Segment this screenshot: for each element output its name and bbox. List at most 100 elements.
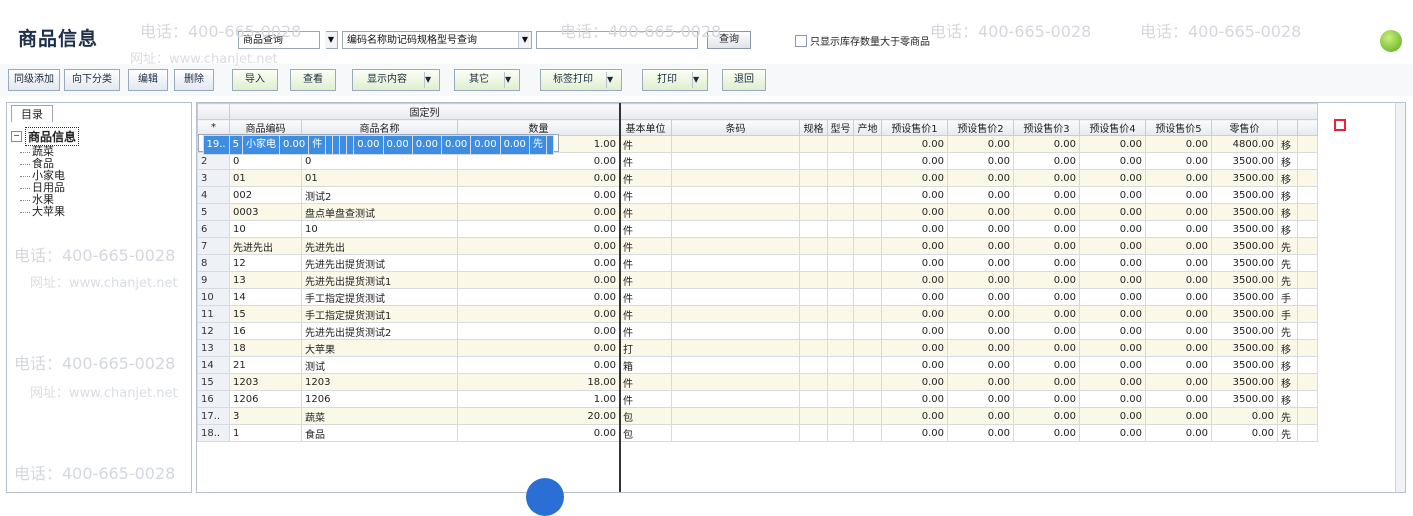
barcode-cell[interactable] bbox=[671, 339, 800, 357]
base-unit-cell[interactable]: 件 bbox=[619, 254, 672, 272]
preset-price-cell[interactable]: 0.00 bbox=[881, 220, 948, 238]
preset-price-cell[interactable]: 0.00 bbox=[881, 407, 948, 425]
base-unit-cell[interactable]: 箱 bbox=[619, 356, 672, 374]
product-name-cell[interactable]: 10 bbox=[301, 220, 458, 238]
spec-cell[interactable] bbox=[799, 305, 828, 323]
extra-cell[interactable] bbox=[1297, 407, 1318, 425]
preset-price-cell[interactable]: 0.00 bbox=[947, 186, 1014, 204]
back-button[interactable]: 退回 bbox=[722, 69, 766, 91]
spec-cell[interactable] bbox=[799, 288, 828, 306]
table-row[interactable]: 12 16 先进先出提货测试2 0.00 件 0.00 0.00 0.00 0.00 0.00 35… bbox=[197, 322, 1318, 340]
tail-cell[interactable]: 先 bbox=[528, 135, 547, 155]
quantity-cell[interactable]: 0.00 bbox=[457, 288, 620, 306]
spec-cell[interactable] bbox=[799, 339, 828, 357]
retail-price-cell[interactable]: 3500.00 bbox=[1211, 322, 1278, 340]
preset-price-cell[interactable]: 0.00 bbox=[1079, 152, 1146, 170]
origin-cell[interactable] bbox=[853, 254, 882, 272]
table-row[interactable]: 13 18 大苹果 0.00 打 0.00 0.00 0.00 0.00 0.00 3500.00 移 bbox=[197, 339, 1318, 357]
retail-price-cell[interactable]: 3500.00 bbox=[1211, 254, 1278, 272]
extra-cell[interactable] bbox=[1297, 305, 1318, 323]
extra-cell[interactable] bbox=[1297, 220, 1318, 238]
preset-price-cell[interactable]: 0.00 bbox=[1145, 152, 1212, 170]
origin-cell[interactable] bbox=[853, 271, 882, 289]
preset-price-cell[interactable]: 0.00 bbox=[1079, 424, 1146, 442]
base-unit-cell[interactable]: 打 bbox=[619, 339, 672, 357]
preset-price-cell[interactable]: 0.00 bbox=[1145, 407, 1212, 425]
base-unit-cell[interactable]: 件 bbox=[619, 203, 672, 221]
product-code-cell[interactable]: 002 bbox=[229, 186, 302, 204]
spec-cell[interactable] bbox=[799, 135, 828, 153]
preset-price-cell[interactable]: 0.00 bbox=[1079, 288, 1146, 306]
origin-cell[interactable] bbox=[853, 373, 882, 391]
retail-price-cell[interactable]: 3500.00 bbox=[1211, 152, 1278, 170]
preset-price-cell[interactable]: 0.00 bbox=[1145, 254, 1212, 272]
table-row[interactable]: 6 10 10 0.00 件 0.00 0.00 0.00 0.00 0.00 3500.00 移 bbox=[197, 220, 1318, 238]
preset-price-cell[interactable]: 0.00 bbox=[1079, 356, 1146, 374]
retail-price-cell[interactable]: 3500.00 bbox=[1211, 305, 1278, 323]
preset-price-cell[interactable]: 0.00 bbox=[1079, 220, 1146, 238]
product-name-cell[interactable]: 手工指定提货测试1 bbox=[301, 305, 458, 323]
origin-cell[interactable] bbox=[853, 220, 882, 238]
column-header-barcode[interactable]: 条码 bbox=[671, 119, 800, 136]
origin-cell[interactable] bbox=[853, 237, 882, 255]
table-row[interactable]: 10 14 手工指定提货测试 0.00 件 0.00 0.00 0.00 0.00 0.00 350… bbox=[197, 288, 1318, 306]
product-name-cell[interactable]: 先进先出提货测试2 bbox=[301, 322, 458, 340]
row-number-cell[interactable]: 18.. bbox=[197, 424, 230, 442]
vertical-scrollbar[interactable] bbox=[1395, 103, 1405, 492]
spec-cell[interactable] bbox=[332, 135, 341, 155]
tail-cell[interactable]: 移 bbox=[1277, 203, 1298, 221]
quantity-cell[interactable]: 1.00 bbox=[457, 390, 620, 408]
preset-price-cell[interactable]: 0.00 bbox=[881, 186, 948, 204]
base-unit-cell[interactable]: 件 bbox=[619, 373, 672, 391]
base-unit-cell[interactable]: 件 bbox=[619, 305, 672, 323]
origin-cell[interactable] bbox=[853, 390, 882, 408]
spec-cell[interactable] bbox=[799, 186, 828, 204]
preset-price-cell[interactable]: 0.00 bbox=[1013, 339, 1080, 357]
preset-price-cell[interactable]: 0.00 bbox=[881, 237, 948, 255]
origin-cell[interactable] bbox=[853, 288, 882, 306]
preset-price-cell[interactable]: 0.00 bbox=[947, 339, 1014, 357]
tail-cell[interactable]: 手 bbox=[1277, 305, 1298, 323]
preset-price-cell[interactable]: 0.00 bbox=[1079, 254, 1146, 272]
base-unit-cell[interactable]: 件 bbox=[308, 135, 327, 155]
preset-price-cell[interactable]: 0.00 bbox=[1145, 424, 1212, 442]
base-unit-cell[interactable]: 件 bbox=[619, 390, 672, 408]
barcode-cell[interactable] bbox=[671, 186, 800, 204]
add-sibling-button[interactable]: 同级添加 bbox=[8, 69, 60, 91]
preset-price-cell[interactable]: 0.00 bbox=[1079, 203, 1146, 221]
column-header-preset-price-2[interactable]: 预设售价2 bbox=[947, 119, 1014, 136]
quantity-cell[interactable]: 0.00 bbox=[457, 220, 620, 238]
base-unit-cell[interactable]: 件 bbox=[619, 271, 672, 289]
retail-price-cell[interactable]: 3500.00 bbox=[1211, 288, 1278, 306]
display-content-button[interactable]: 显示内容 ▼ bbox=[352, 69, 440, 91]
preset-price-cell[interactable]: 0.00 bbox=[1079, 373, 1146, 391]
table-row[interactable]: 17.. 3 蔬菜 20.00 包 0.00 0.00 0.00 0.00 0.00 0.00 先 bbox=[197, 407, 1318, 425]
retail-price-cell[interactable]: 0.00 bbox=[1211, 407, 1278, 425]
model-cell[interactable] bbox=[827, 237, 854, 255]
table-row[interactable]: 4 002 测试2 0.00 件 0.00 0.00 0.00 0.00 0.00 3500.00 移 bbox=[197, 186, 1318, 204]
spec-cell[interactable] bbox=[799, 407, 828, 425]
query-field-select[interactable]: 编码名称助记码规格型号查询 ▼ bbox=[342, 31, 532, 49]
quantity-cell[interactable]: 0.00 bbox=[457, 186, 620, 204]
tail-cell[interactable]: 先 bbox=[1277, 271, 1298, 289]
spec-cell[interactable] bbox=[799, 424, 828, 442]
quantity-cell[interactable]: 0.00 bbox=[457, 424, 620, 442]
preset-price-cell[interactable]: 0.00 bbox=[881, 135, 948, 153]
product-code-cell[interactable]: 0003 bbox=[229, 203, 302, 221]
barcode-cell[interactable] bbox=[325, 135, 334, 155]
row-number-cell[interactable]: 5 bbox=[197, 203, 230, 221]
tail-cell[interactable]: 移 bbox=[1277, 390, 1298, 408]
preset-price-cell[interactable]: 0.00 bbox=[1013, 186, 1080, 204]
quantity-cell[interactable]: 0.00 bbox=[457, 152, 620, 170]
column-header-model[interactable]: 型号 bbox=[827, 119, 854, 136]
model-cell[interactable] bbox=[827, 407, 854, 425]
preset-price-cell[interactable]: 0.00 bbox=[1079, 339, 1146, 357]
preset-price-cell[interactable]: 0.00 bbox=[1079, 407, 1146, 425]
product-name-cell[interactable]: 先进先出提货测试1 bbox=[301, 271, 458, 289]
spec-cell[interactable] bbox=[799, 203, 828, 221]
table-row[interactable]: 7 先进先出 先进先出 0.00 件 0.00 0.00 0.00 0.00 0.00 3500.0… bbox=[197, 237, 1318, 255]
column-header-preset-price-3[interactable]: 预设售价3 bbox=[1013, 119, 1080, 136]
preset-price-cell[interactable]: 0.00 bbox=[1145, 220, 1212, 238]
preset-price-cell[interactable]: 0.00 bbox=[1145, 237, 1212, 255]
product-code-cell[interactable]: 先进先出 bbox=[229, 237, 302, 255]
